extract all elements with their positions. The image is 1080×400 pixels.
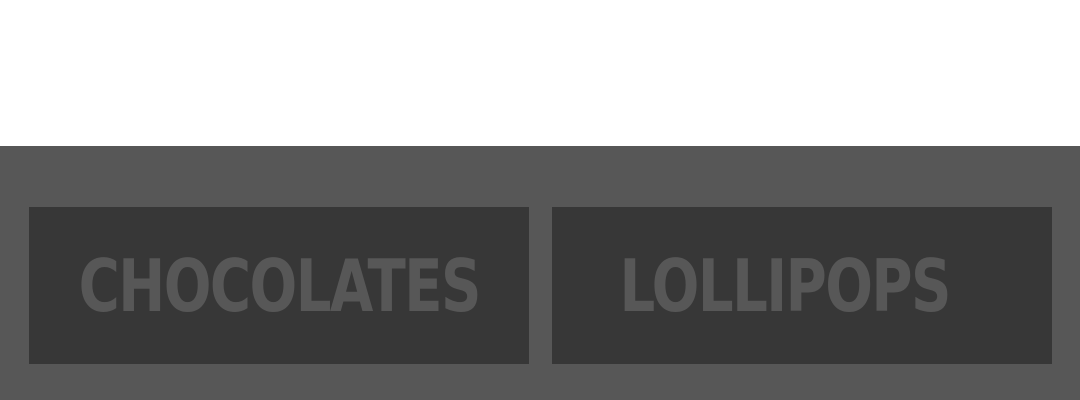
page: CHOCOLATES LOLLIPOPS [0, 0, 1080, 400]
category-label-chocolates: CHOCOLATES [78, 243, 481, 328]
blank-header-area [0, 0, 1080, 146]
category-tile-lollipops[interactable]: LOLLIPOPS [552, 207, 1052, 364]
category-band: CHOCOLATES LOLLIPOPS [0, 146, 1080, 400]
category-tile-chocolates[interactable]: CHOCOLATES [29, 207, 529, 364]
category-label-lollipops: LOLLIPOPS [619, 243, 952, 328]
